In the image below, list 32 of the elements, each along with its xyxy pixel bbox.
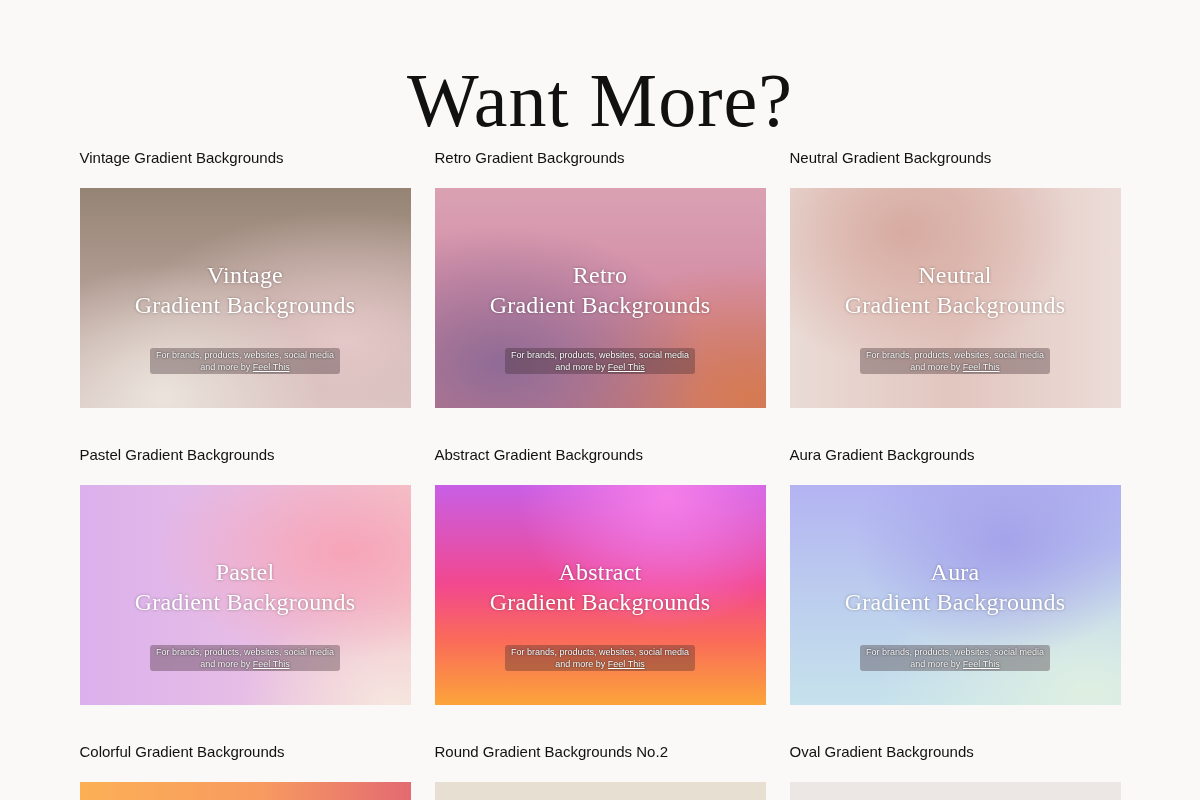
gradient-preview[interactable]: Retro Gradient Backgrounds For brands, products, websites, social media and more by Feel This (434, 188, 766, 408)
preview-heading: Neutral Gradient Backgrounds (844, 261, 1066, 320)
credit-link[interactable]: Feel This (962, 362, 1000, 372)
gradient-preview[interactable]: Neutral Gradient Backgrounds For brands, products, websites, social media and more by Feel This (789, 188, 1121, 408)
preview-caption: For brands, products, websites, social media and more by Feel This (859, 348, 1051, 374)
preview-heading: Aura Gradient Backgrounds (844, 558, 1066, 617)
preview-caption: For brands, products, websites, social media and more by Feel This (859, 645, 1051, 671)
preview-caption: For brands, products, websites, social media and more by Feel This (149, 645, 341, 671)
product-title[interactable]: Round Gradient Backgrounds No.2 (434, 742, 766, 761)
preview-heading: Retro Gradient Backgrounds (489, 261, 711, 320)
page-title: Want More? (407, 57, 793, 144)
gradient-preview[interactable]: Vintage Gradient Backgrounds For brands, products, websites, social media and more by Feel This (79, 188, 411, 408)
credit-link[interactable]: Feel This (252, 362, 290, 372)
preview-caption: For brands, products, websites, social media and more by Feel This (149, 348, 341, 374)
preview-heading: Vintage Gradient Backgrounds (134, 261, 356, 320)
product-title[interactable]: Aura Gradient Backgrounds (789, 445, 1121, 464)
credit-link[interactable]: Feel This (252, 659, 290, 669)
product-title[interactable]: Pastel Gradient Backgrounds (79, 445, 411, 464)
product-title[interactable]: Retro Gradient Backgrounds (434, 148, 766, 167)
gradient-preview[interactable]: Abstract Gradient Backgrounds For brands, products, websites, social media and more by Feel This (434, 485, 766, 705)
gradient-preview[interactable]: Pastel Gradient Backgrounds For brands, products, websites, social media and more by Feel This (79, 485, 411, 705)
product-title[interactable]: Oval Gradient Backgrounds (789, 742, 1121, 761)
preview-caption: For brands, products, websites, social media and more by Feel This (504, 645, 696, 671)
product-title[interactable]: Colorful Gradient Backgrounds (79, 742, 411, 761)
product-title[interactable]: Neutral Gradient Backgrounds (789, 148, 1121, 167)
preview-heading: Abstract Gradient Backgrounds (489, 558, 711, 617)
preview-caption: For brands, products, websites, social media and more by Feel This (504, 348, 696, 374)
preview-heading: Pastel Gradient Backgrounds (134, 558, 356, 617)
credit-link[interactable]: Feel This (607, 659, 645, 669)
credit-link[interactable]: Feel This (607, 362, 645, 372)
product-title[interactable]: Abstract Gradient Backgrounds (434, 445, 766, 464)
product-title[interactable]: Vintage Gradient Backgrounds (79, 148, 411, 167)
